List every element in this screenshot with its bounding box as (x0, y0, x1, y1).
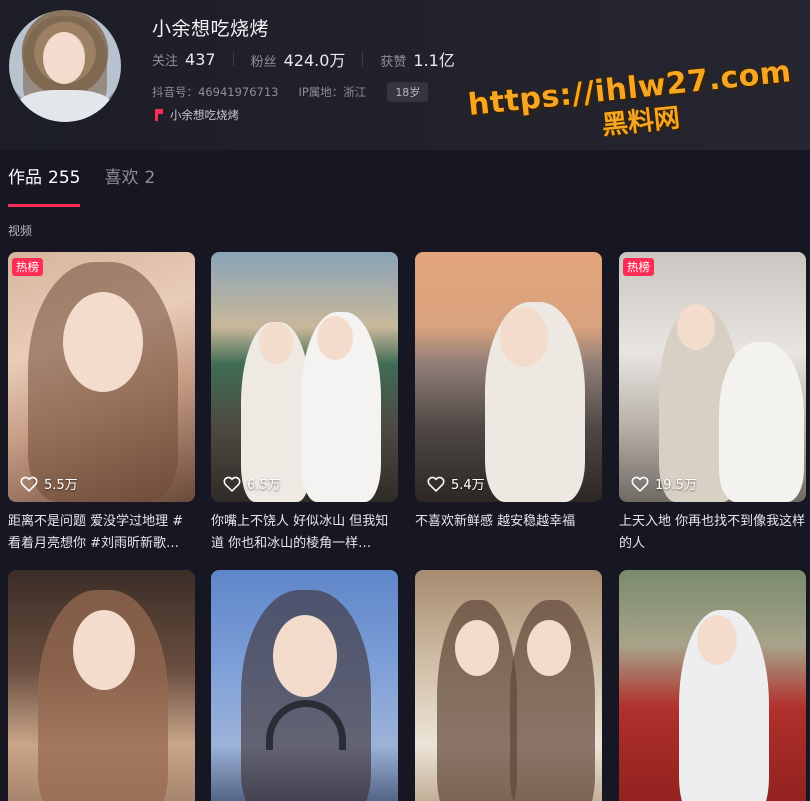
avatar-shirt (17, 90, 113, 122)
video-caption[interactable]: 上天入地 你再也找不到像我这样的人 (619, 511, 806, 555)
ip-location: IP属地：浙江 (298, 85, 367, 99)
heart-icon (20, 476, 38, 492)
divider (232, 52, 234, 66)
flag-icon (155, 109, 163, 121)
profile-stats: 关注 437 粉丝 424.0万 获赞 1.1亿 (152, 47, 455, 71)
stat-value: 437 (185, 49, 216, 69)
profile-nickname: 小余想吃烧烤 (152, 18, 270, 40)
like-count: 5.4万 (427, 474, 485, 493)
like-count: 19.5万 (631, 474, 697, 493)
video-thumbnail[interactable]: 6.5万 (211, 252, 398, 502)
video-caption[interactable]: 距离不是问题 爱没学过地理 #看着月亮想你 #刘雨昕新歌… (8, 511, 195, 555)
tab-count: 2 (144, 168, 156, 188)
like-count-value: 5.5万 (44, 478, 78, 493)
video-card[interactable]: 5.4万 不喜欢新鲜感 越安稳越幸福 (415, 252, 602, 555)
video-subject-face (73, 610, 135, 690)
like-count-value: 5.4万 (451, 478, 485, 493)
hot-badge: 热榜 (623, 258, 654, 276)
video-subject-face (455, 620, 499, 676)
profile-tag[interactable]: 小余想吃烧烤 (155, 107, 239, 123)
profile-meta: 抖音号：46941976713 IP属地：浙江 18岁 (152, 82, 429, 102)
video-thumbnail[interactable] (619, 570, 806, 801)
video-thumbnail[interactable] (415, 570, 602, 801)
video-subject-face (63, 292, 143, 392)
tab-count: 255 (48, 168, 81, 188)
stat-value: 424.0万 (283, 51, 346, 70)
content-tabs: 作品 255 喜欢 2 (8, 163, 155, 207)
stat-label: 关注 (152, 53, 179, 69)
video-card[interactable] (8, 570, 195, 801)
avatar[interactable] (9, 10, 121, 122)
stat-value: 1.1亿 (413, 51, 455, 70)
divider (362, 52, 364, 66)
tab-likes[interactable]: 喜欢 2 (104, 163, 155, 207)
video-thumbnail[interactable]: 热榜 5.5万 (8, 252, 195, 502)
video-card[interactable] (415, 570, 602, 801)
video-caption[interactable]: 你嘴上不饶人 好似冰山 但我知道 你也和冰山的棱角一样… (211, 511, 398, 555)
video-subject-face (697, 615, 737, 665)
section-label-videos: 视频 (8, 224, 33, 238)
profile-tag-label: 小余想吃烧烤 (170, 108, 239, 122)
stat-followers[interactable]: 粉丝 424.0万 (251, 47, 346, 71)
video-thumbnail[interactable]: 5.4万 (415, 252, 602, 502)
video-subject (719, 342, 804, 502)
video-subject-face (500, 307, 548, 367)
video-thumbnail[interactable] (211, 570, 398, 801)
hot-badge: 热榜 (12, 258, 43, 276)
douyin-id: 抖音号：46941976713 (152, 85, 279, 99)
stat-likes: 获赞 1.1亿 (380, 47, 454, 71)
video-thumbnail[interactable] (8, 570, 195, 801)
video-card[interactable] (211, 570, 398, 801)
tab-label: 作品 (8, 168, 42, 188)
video-card[interactable]: 热榜 5.5万 距离不是问题 爱没学过地理 #看着月亮想你 #刘雨昕新歌… (8, 252, 195, 555)
video-subject-face (273, 615, 337, 697)
video-caption[interactable]: 不喜欢新鲜感 越安稳越幸福 (415, 511, 602, 555)
video-subject-face (527, 620, 571, 676)
age-badge: 18岁 (387, 82, 429, 102)
video-subject-face (317, 316, 353, 360)
video-subject-face (677, 304, 715, 350)
heart-icon (223, 476, 241, 492)
like-count: 5.5万 (20, 474, 78, 493)
tab-label: 喜欢 (104, 168, 139, 188)
tab-works[interactable]: 作品 255 (8, 163, 81, 207)
stat-label: 粉丝 (250, 55, 277, 70)
avatar-face (43, 32, 85, 84)
like-count-value: 6.5万 (247, 478, 281, 493)
stat-following[interactable]: 关注 437 (152, 50, 216, 69)
stat-label: 获赞 (380, 55, 407, 70)
like-count: 6.5万 (223, 474, 281, 493)
video-thumbnail[interactable]: 热榜 19.5万 (619, 252, 806, 502)
heart-icon (631, 476, 649, 492)
heart-icon (427, 476, 445, 492)
video-subject-face (259, 322, 293, 364)
video-card[interactable]: 6.5万 你嘴上不饶人 好似冰山 但我知道 你也和冰山的棱角一样… (211, 252, 398, 555)
like-count-value: 19.5万 (655, 478, 697, 493)
video-card[interactable] (619, 570, 806, 801)
video-card[interactable]: 热榜 19.5万 上天入地 你再也找不到像我这样的人 (619, 252, 806, 555)
